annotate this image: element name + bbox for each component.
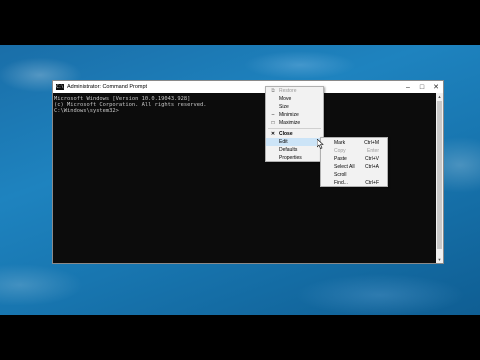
menu-item-defaults[interactable]: Defaults: [266, 146, 323, 154]
command-prompt-icon[interactable]: C:\: [56, 84, 64, 90]
shortcut-label: Ctrl+F: [365, 180, 379, 186]
submenu-item-label: Mark: [334, 140, 346, 146]
shortcut-label: Enter: [367, 148, 379, 154]
scrollbar-thumb[interactable]: [437, 101, 442, 249]
submenu-item-select-all[interactable]: Select All Ctrl+A: [321, 163, 387, 171]
menu-item-label: Close: [279, 131, 293, 137]
submenu-item-label: Copy: [334, 148, 346, 154]
menu-item-minimize[interactable]: – Minimize: [266, 111, 323, 119]
submenu-item-label: Select All: [334, 164, 355, 170]
submenu-item-label: Find...: [334, 180, 348, 186]
menu-item-maximize[interactable]: □ Maximize: [266, 119, 323, 127]
title-bar[interactable]: C:\ Administrator: Command Prompt – □ ✕: [53, 81, 443, 93]
restore-icon: ⧉: [271, 88, 275, 94]
submenu-item-label: Paste: [334, 156, 347, 162]
letterbox-top: [0, 0, 480, 45]
submenu-item-paste[interactable]: Paste Ctrl+V: [321, 155, 387, 163]
window-title: Administrator: Command Prompt: [67, 84, 148, 90]
menu-item-label: Restore: [279, 88, 297, 94]
submenu-item-label: Scroll: [334, 172, 347, 178]
close-icon: ✕: [270, 131, 276, 137]
console-prompt: C:\Windows\system32>: [54, 108, 119, 114]
shortcut-label: Ctrl+A: [364, 164, 379, 170]
menu-item-label: Minimize: [279, 112, 299, 118]
minimize-icon: –: [271, 112, 275, 118]
minimize-button[interactable]: –: [401, 81, 415, 93]
maximize-icon: □: [271, 120, 275, 126]
menu-item-label: Properties: [279, 155, 302, 161]
maximize-button[interactable]: □: [415, 81, 429, 93]
scroll-up-arrow-icon[interactable]: ▲: [436, 93, 443, 100]
submenu-item-find[interactable]: Find... Ctrl+F: [321, 179, 387, 187]
submenu-item-mark[interactable]: Mark Ctrl+M: [321, 139, 387, 147]
scroll-down-arrow-icon[interactable]: ▼: [436, 256, 443, 263]
menu-item-label: Size: [279, 104, 289, 110]
menu-item-label: Edit: [279, 139, 288, 145]
shortcut-label: Ctrl+M: [364, 140, 379, 146]
letterbox-bottom: [0, 315, 480, 360]
menu-item-label: Defaults: [279, 147, 298, 153]
menu-item-label: Maximize: [279, 120, 301, 126]
menu-separator: [268, 128, 321, 129]
menu-item-close[interactable]: ✕ Close: [266, 130, 323, 138]
menu-item-properties[interactable]: Properties: [266, 154, 323, 162]
menu-item-size[interactable]: Size: [266, 103, 323, 111]
mouse-pointer-icon: [317, 139, 324, 149]
shortcut-label: Ctrl+V: [364, 156, 379, 162]
close-button[interactable]: ✕: [429, 81, 443, 93]
submenu-item-copy[interactable]: Copy Enter: [321, 147, 387, 155]
submenu-item-scroll[interactable]: Scroll: [321, 171, 387, 179]
vertical-scrollbar[interactable]: ▲ ▼: [436, 93, 443, 263]
menu-item-restore[interactable]: ⧉ Restore: [266, 87, 323, 95]
edit-submenu: Mark Ctrl+M Copy Enter Paste Ctrl+V Sele…: [320, 137, 388, 187]
system-menu: ⧉ Restore Move Size – Minimize □ Maximiz…: [265, 86, 324, 162]
menu-item-label: Move: [279, 96, 292, 102]
menu-item-edit[interactable]: Edit ›: [266, 138, 323, 146]
menu-item-move[interactable]: Move: [266, 95, 323, 103]
